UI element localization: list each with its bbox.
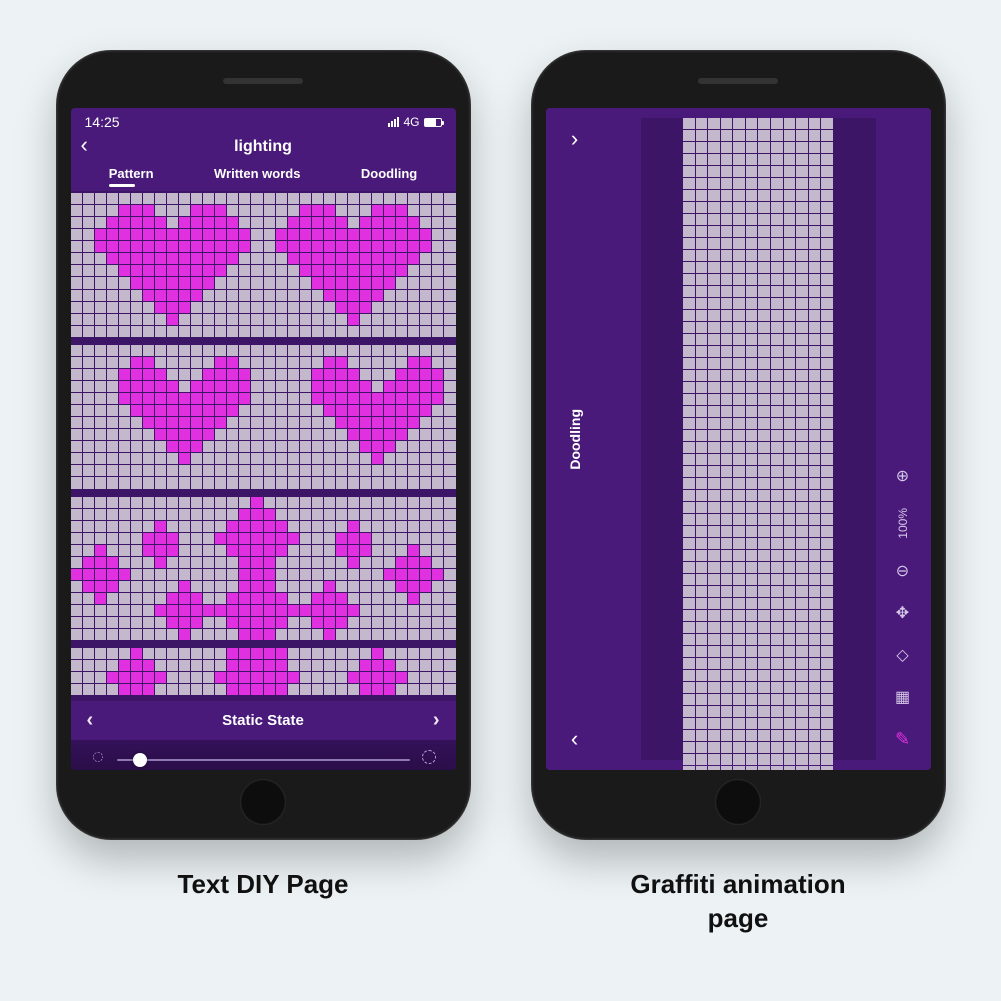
phone-mockup-1: 14:25 4G ‹ lighting Pattern Written word… [56,50,471,840]
canvas-area[interactable] [641,118,876,760]
toolbar: ⊕ 100% ⊖ ✥ ◇ ▦ ✎ [887,108,919,770]
move-icon[interactable]: ✥ [896,603,909,623]
status-time: 14:25 [85,114,120,130]
pattern-grid-4[interactable] [71,646,456,701]
pattern-grid-2[interactable] [71,343,456,495]
pattern-list[interactable] [71,191,456,701]
phone2-tab-label: Doodling [567,409,583,470]
status-bar: 14:25 4G [71,108,456,132]
captions-row: Text DIY Page Graffiti animation page [56,868,946,936]
next-icon[interactable]: ‹ [571,726,578,752]
brightness-slider[interactable] [89,750,438,769]
tab-pattern[interactable]: Pattern [109,166,154,187]
screen-title: lighting [71,138,456,156]
eraser-icon[interactable]: ◇ [896,645,908,665]
prev-icon[interactable]: › [571,126,578,152]
back-icon[interactable]: ‹ [81,134,88,156]
status-right: 4G [388,115,441,129]
brightness-low-icon [89,750,107,769]
pattern-grid-1[interactable] [71,191,456,343]
pen-icon[interactable]: ✎ [895,729,910,750]
phone2-screen: › Doodling ‹ ⊕ 100% ⊖ ✥ ◇ ▦ ✎ [546,108,931,770]
signal-icon [388,117,399,127]
drawing-grid[interactable] [683,118,833,760]
state-next-icon[interactable]: › [433,709,440,732]
minus-circle-icon[interactable]: ⊖ [896,561,909,581]
phone-mockup-2: › Doodling ‹ ⊕ 100% ⊖ ✥ ◇ ▦ ✎ [531,50,946,840]
state-prev-icon[interactable]: ‹ [87,709,94,732]
tab-written-words[interactable]: Written words [214,166,300,187]
caption-left: Text DIY Page [56,868,471,936]
phone1-screen: 14:25 4G ‹ lighting Pattern Written word… [71,108,456,770]
state-label: Static State [222,712,304,729]
tab-doodling[interactable]: Doodling [361,166,417,187]
title-bar: ‹ lighting [71,132,456,166]
zoom-label: 100% [896,508,910,539]
battery-icon [424,118,442,127]
phone2-header: › Doodling ‹ [560,108,590,770]
plus-circle-icon[interactable]: ⊕ [896,466,909,486]
pattern-grid-3[interactable] [71,495,456,647]
controls-panel: − + [71,740,456,770]
brightness-high-icon [420,750,438,769]
tab-bar: Pattern Written words Doodling [71,166,456,191]
caption-right: Graffiti animation page [531,868,946,936]
state-selector: ‹ Static State › [71,701,456,740]
network-label: 4G [403,115,419,129]
palette-icon[interactable]: ▦ [895,687,910,707]
